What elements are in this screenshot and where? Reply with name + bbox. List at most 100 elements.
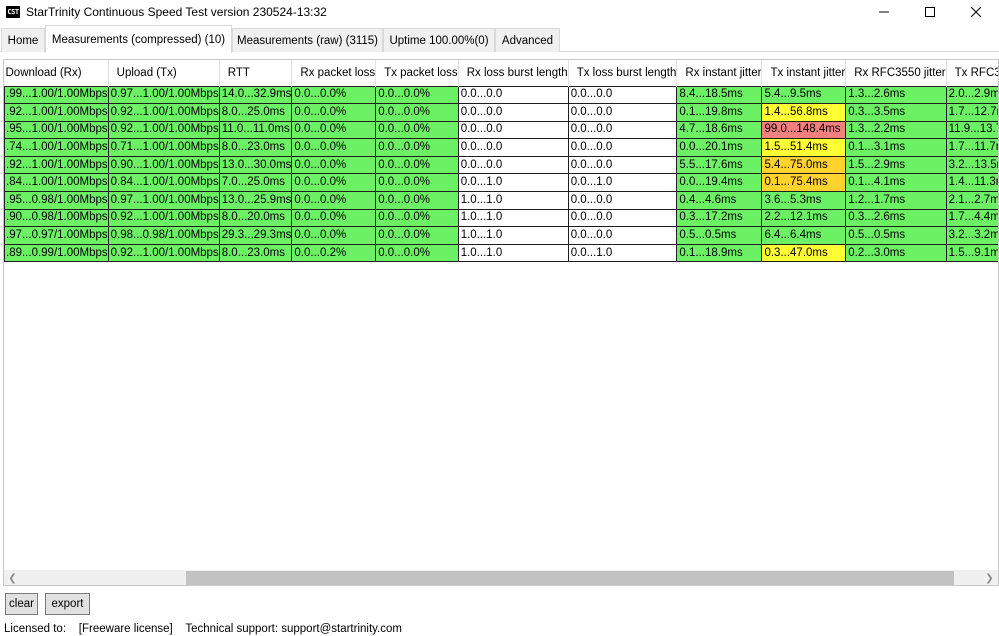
minimize-button[interactable] bbox=[861, 0, 907, 24]
table-row[interactable]: .92...1.00/1.00Mbps 0.92...1.00/1.00Mbps 8… bbox=[4, 103, 998, 122]
table-cell[interactable]: .99...1.00/1.00Mbps bbox=[4, 85, 109, 105]
column-header[interactable]: Tx instant jitter bbox=[761, 60, 847, 86]
table-cell[interactable]: 0.0...0.0% bbox=[375, 243, 459, 263]
table-cell[interactable]: 7.0...25.0ms bbox=[218, 173, 293, 193]
scrollbar-thumb[interactable] bbox=[186, 571, 954, 585]
table-cell[interactable]: 0.0...0.0% bbox=[375, 103, 459, 122]
table-cell[interactable]: 0.97...1.00/1.00Mbps bbox=[107, 191, 220, 210]
table-cell[interactable]: 0.0...0.0 bbox=[457, 85, 569, 105]
table-cell[interactable]: 8.0...23.0ms bbox=[218, 243, 293, 263]
table-cell[interactable]: 1.7...11.7ms bbox=[945, 138, 998, 157]
table-cell[interactable]: .95...1.00/1.00Mbps bbox=[4, 120, 109, 140]
table-cell[interactable]: .95...0.98/1.00Mbps bbox=[4, 191, 109, 210]
column-header[interactable]: Rx RFC3550 jitter bbox=[845, 60, 947, 86]
table-cell[interactable]: 0.0...0.0 bbox=[567, 85, 678, 105]
table-cell[interactable]: 0.0...1.0 bbox=[457, 173, 569, 193]
table-cell[interactable]: 8.0...25.0ms bbox=[218, 103, 293, 122]
table-row[interactable]: .74...1.00/1.00Mbps 0.71...1.00/1.00Mbps 8… bbox=[4, 138, 998, 157]
table-cell[interactable]: 0.0...0.0% bbox=[375, 138, 459, 157]
table-cell[interactable]: 2.0...2.9ms bbox=[945, 85, 998, 105]
table-cell[interactable]: 0.0...0.0% bbox=[375, 173, 459, 193]
table-cell[interactable]: 0.0...0.0% bbox=[291, 226, 377, 245]
table-cell[interactable]: 8.0...20.0ms bbox=[218, 208, 293, 228]
table-cell[interactable]: 0.5...0.5ms bbox=[845, 226, 947, 245]
clear-button[interactable]: clear bbox=[5, 593, 38, 615]
table-cell[interactable]: 0.0...0.0% bbox=[291, 103, 377, 122]
table-cell[interactable]: 0.1...75.4ms bbox=[761, 173, 847, 193]
close-button[interactable] bbox=[953, 0, 999, 24]
table-cell[interactable]: 0.0...19.4ms bbox=[676, 173, 763, 193]
table-cell[interactable]: 5.5...17.6ms bbox=[676, 155, 763, 175]
table-cell[interactable]: 1.5...51.4ms bbox=[761, 138, 847, 157]
tab-home[interactable]: Home bbox=[1, 28, 45, 52]
table-cell[interactable]: 0.0...0.0% bbox=[291, 208, 377, 228]
column-header[interactable]: Upload (Tx) bbox=[108, 60, 220, 86]
table-cell[interactable]: 0.0...20.1ms bbox=[676, 138, 763, 157]
table-cell[interactable]: 0.3...47.0ms bbox=[761, 243, 847, 263]
table-cell[interactable]: 0.3...3.5ms bbox=[845, 103, 947, 122]
table-cell[interactable]: 3.2...13.5ms bbox=[945, 155, 998, 175]
table-row[interactable]: .99...1.00/1.00Mbps 0.97...1.00/1.00Mbps 1… bbox=[4, 85, 998, 105]
table-cell[interactable]: .90...0.98/1.00Mbps bbox=[4, 208, 109, 228]
table-cell[interactable]: 0.92...1.00/1.00Mbps bbox=[107, 120, 220, 140]
table-cell[interactable]: 11.0...11.0ms bbox=[218, 120, 293, 140]
table-cell[interactable]: 14.0...32.9ms bbox=[218, 85, 293, 105]
table-cell[interactable]: 6.4...6.4ms bbox=[761, 226, 847, 245]
scroll-left-icon[interactable]: ❮ bbox=[4, 570, 21, 585]
table-cell[interactable]: 2.1...2.7ms bbox=[945, 191, 998, 210]
table-cell[interactable]: 1.0...1.0 bbox=[457, 226, 569, 245]
table-cell[interactable]: 0.0...0.0% bbox=[291, 138, 377, 157]
horizontal-scrollbar[interactable]: ❮ ❯ bbox=[4, 570, 998, 585]
tab-measurements-compressed[interactable]: Measurements (compressed) (10) bbox=[45, 25, 232, 53]
table-cell[interactable]: 0.90...1.00/1.00Mbps bbox=[107, 155, 220, 175]
table-cell[interactable]: 2.2...12.1ms bbox=[761, 208, 847, 228]
table-cell[interactable]: 1.7...4.4ms bbox=[945, 208, 998, 228]
table-cell[interactable]: 0.0...0.0% bbox=[291, 85, 377, 105]
table-cell[interactable]: 3.2...3.2ms bbox=[945, 226, 998, 245]
table-cell[interactable]: 8.4...18.5ms bbox=[676, 85, 763, 105]
table-cell[interactable]: 0.5...0.5ms bbox=[676, 226, 763, 245]
table-row[interactable]: .95...0.98/1.00Mbps 0.97...1.00/1.00Mbps 1… bbox=[4, 191, 998, 210]
table-cell[interactable]: 1.5...2.9ms bbox=[845, 155, 947, 175]
table-cell[interactable]: 0.1...19.8ms bbox=[676, 103, 763, 122]
table-cell[interactable]: 0.0...0.0 bbox=[457, 138, 569, 157]
column-header[interactable]: Tx packet loss bbox=[375, 60, 459, 86]
table-cell[interactable]: 1.0...1.0 bbox=[457, 191, 569, 210]
table-cell[interactable]: 1.4...56.8ms bbox=[761, 103, 847, 122]
table-row[interactable]: .84...1.00/1.00Mbps 0.84...1.00/1.00Mbps 7… bbox=[4, 173, 998, 193]
table-cell[interactable]: .84...1.00/1.00Mbps bbox=[4, 173, 109, 193]
table-cell[interactable]: 0.4...4.6ms bbox=[676, 191, 763, 210]
table-cell[interactable]: 0.1...18.9ms bbox=[676, 243, 763, 263]
table-cell[interactable]: 0.92...1.00/1.00Mbps bbox=[107, 208, 220, 228]
table-cell[interactable]: 1.7...12.7ms bbox=[945, 103, 998, 122]
table-cell[interactable]: 0.0...0.0 bbox=[567, 103, 678, 122]
table-cell[interactable]: 0.0...0.0 bbox=[567, 208, 678, 228]
column-header[interactable]: Tx loss burst length bbox=[568, 60, 678, 86]
export-button[interactable]: export bbox=[45, 593, 90, 615]
table-row[interactable]: .97...0.97/1.00Mbps 0.98...0.98/1.00Mbps 2… bbox=[4, 226, 998, 245]
column-header[interactable]: RTT bbox=[219, 60, 293, 86]
table-cell[interactable]: 0.71...1.00/1.00Mbps bbox=[107, 138, 220, 157]
table-cell[interactable]: 0.0...0.2% bbox=[291, 243, 377, 263]
table-cell[interactable]: 0.92...1.00/1.00Mbps bbox=[107, 103, 220, 122]
table-cell[interactable]: .92...1.00/1.00Mbps bbox=[4, 155, 109, 175]
table-cell[interactable]: 0.0...0.0 bbox=[567, 155, 678, 175]
table-cell[interactable]: 4.7...18.6ms bbox=[676, 120, 763, 140]
table-cell[interactable]: 29.3...29.3ms bbox=[218, 226, 293, 245]
table-cell[interactable]: 0.1...4.1ms bbox=[845, 173, 947, 193]
table-cell[interactable]: 0.0...1.0 bbox=[567, 173, 678, 193]
table-cell[interactable]: 0.0...0.0% bbox=[375, 226, 459, 245]
table-cell[interactable]: .97...0.97/1.00Mbps bbox=[4, 226, 109, 245]
table-cell[interactable]: 0.0...0.0 bbox=[457, 103, 569, 122]
table-cell[interactable]: 0.0...0.0% bbox=[375, 120, 459, 140]
table-cell[interactable]: 1.2...1.7ms bbox=[845, 191, 947, 210]
column-header[interactable]: Tx RFC3550 bbox=[946, 60, 998, 86]
tab-measurements-raw[interactable]: Measurements (raw) (3115) bbox=[232, 28, 383, 52]
table-cell[interactable]: 0.0...0.0 bbox=[567, 226, 678, 245]
table-row[interactable]: .90...0.98/1.00Mbps 0.92...1.00/1.00Mbps 8… bbox=[4, 208, 998, 228]
table-cell[interactable]: 8.0...23.0ms bbox=[218, 138, 293, 157]
table-cell[interactable]: .92...1.00/1.00Mbps bbox=[4, 103, 109, 122]
table-cell[interactable]: 0.98...0.98/1.00Mbps bbox=[107, 226, 220, 245]
table-cell[interactable]: 0.0...0.0% bbox=[375, 85, 459, 105]
tab-uptime[interactable]: Uptime 100.00%(0) bbox=[383, 28, 495, 52]
